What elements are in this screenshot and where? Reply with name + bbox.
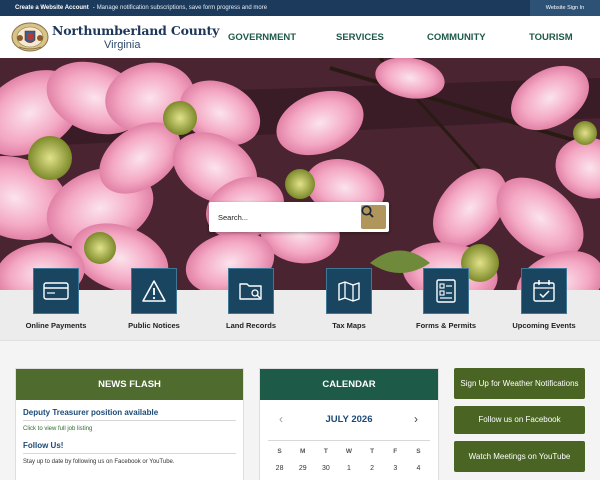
calendar-icon: [533, 280, 555, 302]
quick-link-icon-box: [326, 268, 372, 314]
quick-links-bar: Online Payments Public Notices Land Reco…: [0, 268, 600, 340]
quick-link-label: Online Payments: [25, 321, 87, 330]
calendar-month-nav: ‹ JULY 2026 ›: [260, 400, 438, 440]
search-button[interactable]: [361, 205, 386, 229]
create-account-description: Manage notification subscriptions, save …: [96, 5, 268, 11]
nav-tourism[interactable]: TOURISM: [529, 16, 573, 58]
chevron-right-icon[interactable]: ›: [414, 412, 418, 426]
calendar-day[interactable]: 28: [268, 465, 291, 472]
calendar-day[interactable]: 29: [291, 465, 314, 472]
credit-card-icon: [43, 282, 69, 300]
folder-search-icon: [239, 283, 262, 300]
quick-link-icon-box: [423, 268, 469, 314]
quick-link-public-notices[interactable]: Public Notices: [104, 268, 204, 330]
county-brand[interactable]: Northumberland County Virginia: [52, 23, 219, 51]
calendar-day[interactable]: 4: [407, 465, 430, 472]
calendar-day[interactable]: 1: [337, 465, 360, 472]
hero-banner: [0, 58, 600, 290]
calendar-week-row: 28 29 30 1 2 3 4: [268, 465, 430, 472]
weather-signup-button[interactable]: Sign Up for Weather Notifications: [454, 368, 585, 399]
site-search: [209, 202, 389, 232]
weekday-label: T: [370, 448, 375, 455]
weekday-label: W: [345, 448, 353, 455]
quick-link-label: Public Notices: [128, 321, 180, 330]
website-sign-in-button[interactable]: Website Sign In: [530, 0, 600, 16]
quick-link-online-payments[interactable]: Online Payments: [6, 268, 106, 330]
news-item-summary: Stay up to date by following us on Faceb…: [23, 459, 175, 465]
top-utility-bar: Create a Website Account - Manage notifi…: [0, 0, 600, 16]
quick-link-forms-permits[interactable]: Forms & Permits: [396, 268, 496, 330]
weekday-label: S: [277, 448, 282, 455]
calendar-panel: CALENDAR ‹ JULY 2026 › S M T W T F S 28 …: [259, 368, 439, 480]
calendar-month: JULY 2026: [325, 414, 373, 425]
calendar-heading: CALENDAR: [260, 369, 438, 400]
county-name: Northumberland County: [52, 23, 220, 38]
quick-link-label: Land Records: [225, 321, 276, 330]
county-seal-icon[interactable]: [11, 22, 49, 52]
news-flash-panel: NEWS FLASH Deputy Treasurer position ava…: [15, 368, 244, 480]
calendar-day[interactable]: 30: [314, 465, 337, 472]
topbar-separator: -: [92, 5, 95, 11]
calendar-weekday-header: S M T W T F S: [268, 440, 430, 455]
weekday-label: S: [416, 448, 421, 455]
map-icon: [338, 281, 360, 302]
nav-government[interactable]: GOVERNMENT: [228, 16, 296, 58]
quick-link-icon-box: [33, 268, 79, 314]
quick-link-icon-box: [228, 268, 274, 314]
nav-services[interactable]: SERVICES: [336, 16, 384, 58]
weekday-label: M: [300, 448, 306, 455]
news-item: Deputy Treasurer position available Clic…: [16, 400, 243, 432]
lower-content: NEWS FLASH Deputy Treasurer position ava…: [0, 340, 600, 480]
state-name: Virginia: [104, 39, 141, 51]
quick-link-icon-box: [521, 268, 567, 314]
forms-icon: [436, 279, 456, 303]
nav-community[interactable]: COMMUNITY: [427, 16, 486, 58]
dogwood-flowers-image: [0, 58, 600, 290]
search-input[interactable]: [209, 202, 359, 232]
facebook-button[interactable]: Follow us on Facebook: [454, 406, 585, 434]
news-flash-heading: NEWS FLASH: [16, 369, 243, 400]
quick-link-land-records[interactable]: Land Records: [201, 268, 301, 330]
quick-link-tax-maps[interactable]: Tax Maps: [299, 268, 399, 330]
quick-link-label: Tax Maps: [332, 321, 366, 330]
calendar-day[interactable]: 2: [361, 465, 384, 472]
news-item-title[interactable]: Follow Us!: [23, 441, 236, 454]
calendar-day[interactable]: 3: [384, 465, 407, 472]
create-account-link[interactable]: Create a Website Account: [15, 5, 89, 11]
news-item-link[interactable]: Click to view full job listing: [23, 426, 236, 432]
weekday-label: F: [393, 448, 398, 455]
warning-icon: [142, 280, 166, 302]
youtube-meetings-button[interactable]: Watch Meetings on YouTube: [454, 441, 585, 472]
news-item-title[interactable]: Deputy Treasurer position available: [23, 408, 236, 421]
quick-link-icon-box: [131, 268, 177, 314]
site-header: Northumberland County Virginia GOVERNMEN…: [0, 16, 600, 58]
quick-link-upcoming-events[interactable]: Upcoming Events: [494, 268, 594, 330]
quick-link-label: Upcoming Events: [512, 321, 576, 330]
quick-link-label: Forms & Permits: [415, 321, 477, 330]
weekday-label: T: [323, 448, 328, 455]
search-icon: [361, 205, 374, 218]
